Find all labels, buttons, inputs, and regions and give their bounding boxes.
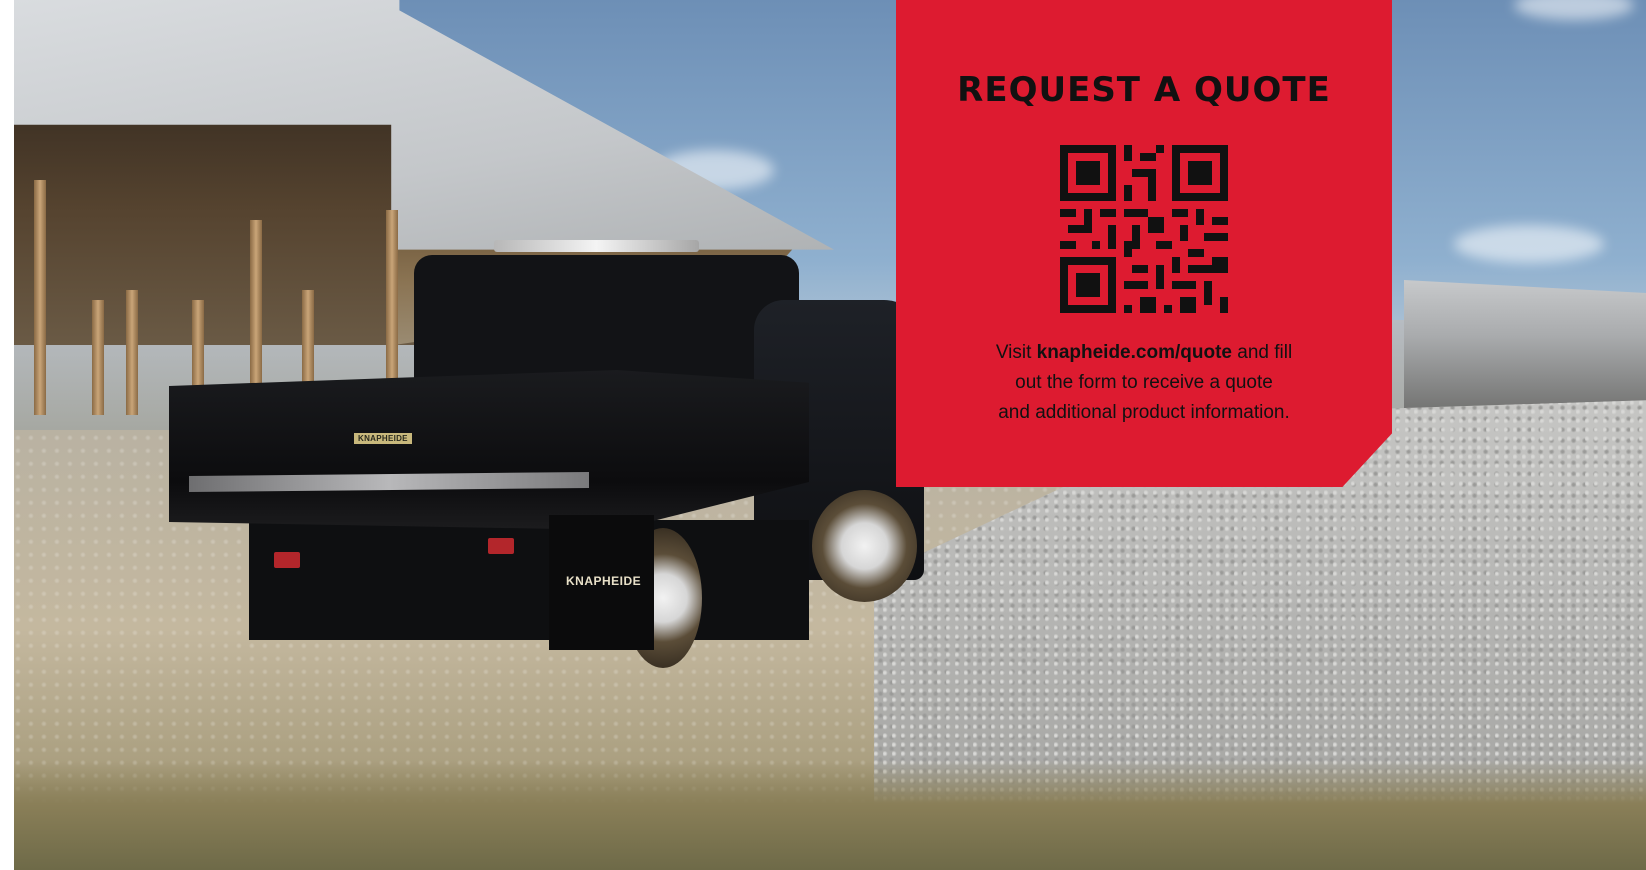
- front-wheel: [812, 490, 917, 602]
- truck-chassis: [249, 520, 809, 640]
- cloud: [1454, 225, 1604, 263]
- quote-text-line2: out the form to receive a quote: [1015, 372, 1273, 393]
- quote-text-suffix: and fill: [1231, 342, 1293, 363]
- cloud: [1514, 0, 1634, 20]
- truck-headache-rack: [414, 255, 799, 390]
- dump-body: [169, 370, 809, 530]
- mudflap-brand: KNAPHEIDE: [566, 574, 642, 588]
- request-quote-panel: REQUEST A QUOTE Visit knapheide.com/quot…: [896, 0, 1392, 487]
- foreground-grass: [14, 760, 1646, 870]
- quote-instructions: Visit knapheide.com/quote and fill out t…: [936, 338, 1352, 428]
- barn-post: [192, 300, 204, 390]
- quote-title: REQUEST A QUOTE: [957, 70, 1331, 110]
- quote-text-line3: and additional product information.: [998, 402, 1290, 423]
- distant-shed: [1404, 280, 1646, 420]
- truck-light-bar: [494, 240, 699, 252]
- taillight-right: [488, 538, 514, 554]
- taillight-left: [274, 552, 300, 568]
- barn-post: [34, 180, 46, 415]
- barn-post: [126, 290, 138, 415]
- barn-post: [250, 220, 262, 390]
- quote-text-prefix: Visit: [995, 342, 1037, 363]
- dump-body-badge: KNAPHEIDE: [354, 433, 412, 444]
- barn-post: [92, 300, 104, 415]
- barn-interior: [14, 95, 434, 345]
- background-photo: KNAPHEIDE KNAPHEIDE: [14, 0, 1646, 870]
- barn-post: [386, 210, 398, 380]
- qr-code-icon[interactable]: [1060, 145, 1228, 313]
- quote-url-link[interactable]: knapheide.com/quote: [1037, 342, 1232, 363]
- barn-post: [302, 290, 314, 385]
